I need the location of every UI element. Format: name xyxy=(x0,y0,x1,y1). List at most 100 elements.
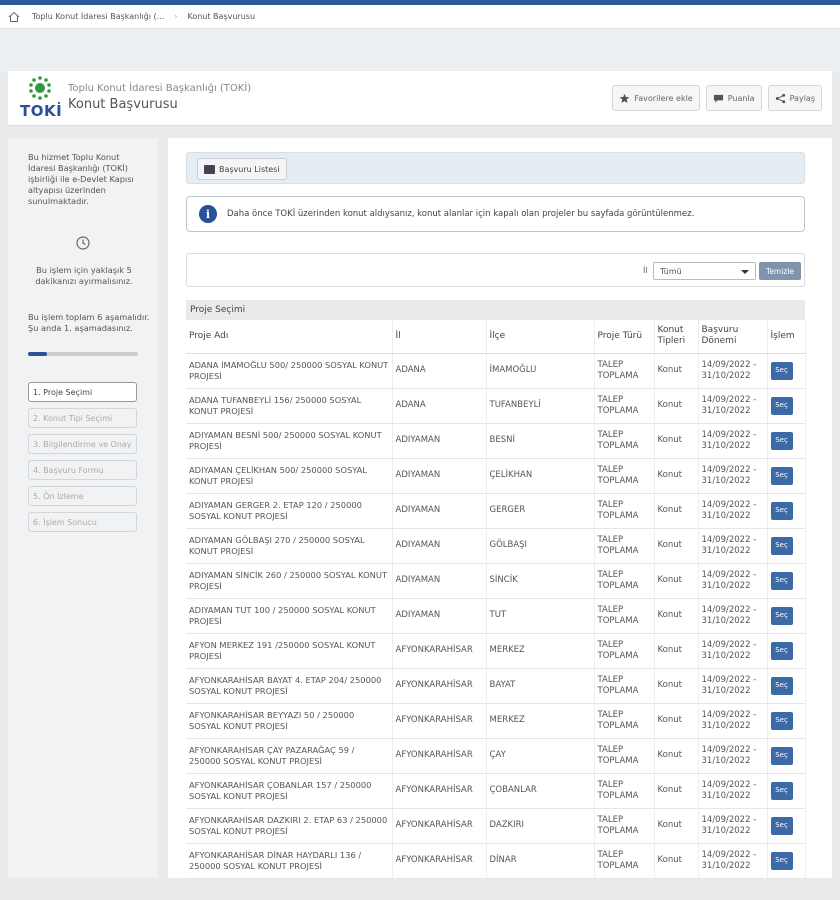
breadcrumb-org-link[interactable]: Toplu Konut İdaresi Başkanlığı (... xyxy=(32,12,164,21)
table-row: AFYON MERKEZ 191 /250000 SOSYAL KONUT PR… xyxy=(186,633,806,669)
select-project-button[interactable]: Seç xyxy=(770,361,793,380)
province-cell: AFYONKARAHİSAR xyxy=(392,843,487,879)
housing-type-cell: Konut xyxy=(654,703,699,739)
province-cell: AFYONKARAHİSAR xyxy=(392,773,487,809)
select-project-button[interactable]: Seç xyxy=(770,746,793,765)
housing-type-cell: Konut xyxy=(654,843,699,879)
page-header: TOKİ Toplu Konut İdaresi Başkanlığı (TOK… xyxy=(8,71,832,126)
province-select-value: Tümü xyxy=(660,266,682,276)
clear-filter-button[interactable]: Temizle xyxy=(759,262,801,280)
select-project-button[interactable]: Seç xyxy=(770,711,793,730)
district-cell: BESNİ xyxy=(486,423,595,459)
housing-type-cell: Konut xyxy=(654,668,699,704)
table-row: ADIYAMAN ÇELİKHAN 500/ 250000 SOSYAL KON… xyxy=(186,458,806,494)
column-header-project-name: Proje Adı xyxy=(186,320,393,354)
action-cell: Seç xyxy=(767,773,806,809)
housing-type-cell: Konut xyxy=(654,598,699,634)
table-row: AFYONKARAHİSAR BEYYAZI 50 / 250000 SOSYA… xyxy=(186,703,806,739)
info-icon: i xyxy=(199,205,217,223)
tab-application-list[interactable]: Başvuru Listesi xyxy=(197,158,287,180)
action-cell: Seç xyxy=(767,423,806,459)
breadcrumb-current-page: Konut Başvurusu xyxy=(187,12,256,21)
province-cell: AFYONKARAHİSAR xyxy=(392,668,487,704)
application-period-cell: 14/09/2022 - 31/10/2022 xyxy=(698,388,768,424)
application-period-cell: 14/09/2022 - 31/10/2022 xyxy=(698,458,768,494)
project-name-cell: ADIYAMAN SİNCİK 260 / 250000 SOSYAL KONU… xyxy=(186,563,393,599)
project-type-cell: TALEP TOPLAMA xyxy=(594,738,655,774)
share-button[interactable]: Paylaş xyxy=(767,85,822,111)
project-name-cell: AFYONKARAHİSAR ÇAY PAZARAĞAÇ 59 / 250000… xyxy=(186,738,393,774)
project-name-cell: ADIYAMAN ÇELİKHAN 500/ 250000 SOSYAL KON… xyxy=(186,458,393,494)
select-project-button[interactable]: Seç xyxy=(770,396,793,415)
select-project-button[interactable]: Seç xyxy=(770,466,793,485)
province-cell: AFYONKARAHİSAR xyxy=(392,808,487,844)
action-cell: Seç xyxy=(767,808,806,844)
home-icon[interactable] xyxy=(8,11,20,23)
select-project-button[interactable]: Seç xyxy=(770,851,793,870)
housing-type-cell: Konut xyxy=(654,458,699,494)
table-row: ADIYAMAN BESNİ 500/ 250000 SOSYAL KONUT … xyxy=(186,423,806,459)
project-name-cell: AFYONKARAHİSAR BEYYAZI 50 / 250000 SOSYA… xyxy=(186,703,393,739)
select-project-button[interactable]: Seç xyxy=(770,676,793,695)
housing-type-cell: Konut xyxy=(654,423,699,459)
application-period-cell: 14/09/2022 - 31/10/2022 xyxy=(698,633,768,669)
action-cell: Seç xyxy=(767,633,806,669)
step-4-application-form: 4. Başvuru Formu xyxy=(28,460,137,480)
province-cell: ADIYAMAN xyxy=(392,493,487,529)
project-type-cell: TALEP TOPLAMA xyxy=(594,493,655,529)
select-project-button[interactable]: Seç xyxy=(770,781,793,800)
step-progress-bar xyxy=(28,352,138,356)
application-period-cell: 14/09/2022 - 31/10/2022 xyxy=(698,773,768,809)
table-row: AFYONKARAHİSAR DİNAR HAYDARLI 136 / 2500… xyxy=(186,843,806,879)
select-project-button[interactable]: Seç xyxy=(770,536,793,555)
project-name-cell: ADIYAMAN GÖLBAŞI 270 / 250000 SOSYAL KON… xyxy=(186,528,393,564)
application-period-cell: 14/09/2022 - 31/10/2022 xyxy=(698,808,768,844)
project-type-cell: TALEP TOPLAMA xyxy=(594,843,655,879)
table-row: ADIYAMAN SİNCİK 260 / 250000 SOSYAL KONU… xyxy=(186,563,806,599)
application-period-cell: 14/09/2022 - 31/10/2022 xyxy=(698,843,768,879)
province-cell: ADIYAMAN xyxy=(392,528,487,564)
breadcrumb: Toplu Konut İdaresi Başkanlığı (... › Ko… xyxy=(0,5,840,29)
chat-bubble-icon xyxy=(713,94,723,103)
province-cell: ADIYAMAN xyxy=(392,563,487,599)
step-progress-fill xyxy=(28,352,47,356)
province-select[interactable]: Tümü xyxy=(653,262,756,280)
select-project-button[interactable]: Seç xyxy=(770,816,793,835)
district-cell: GERGER xyxy=(486,493,595,529)
action-cell: Seç xyxy=(767,353,806,389)
select-project-button[interactable]: Seç xyxy=(770,606,793,625)
action-cell: Seç xyxy=(767,703,806,739)
district-cell: DİNAR xyxy=(486,843,595,879)
star-icon xyxy=(620,93,630,103)
project-name-cell: ADANA TUFANBEYLİ 156/ 250000 SOSYAL KONU… xyxy=(186,388,393,424)
select-project-button[interactable]: Seç xyxy=(770,571,793,590)
project-name-cell: AFYON MERKEZ 191 /250000 SOSYAL KONUT PR… xyxy=(186,633,393,669)
district-cell: ÇELİKHAN xyxy=(486,458,595,494)
action-cell: Seç xyxy=(767,563,806,599)
action-cell: Seç xyxy=(767,528,806,564)
application-period-cell: 14/09/2022 - 31/10/2022 xyxy=(698,598,768,634)
project-name-cell: ADIYAMAN GERGER 2. ETAP 120 / 250000 SOS… xyxy=(186,493,393,529)
table-row: AFYONKARAHİSAR ÇAY PAZARAĞAÇ 59 / 250000… xyxy=(186,738,806,774)
province-cell: ADIYAMAN xyxy=(392,598,487,634)
rate-button[interactable]: Puanla xyxy=(705,85,762,111)
district-cell: İMAMOĞLU xyxy=(486,353,595,389)
tab-application-list-label: Başvuru Listesi xyxy=(219,164,280,174)
project-name-cell: AFYONKARAHİSAR DAZKIRI 2. ETAP 63 / 2500… xyxy=(186,808,393,844)
district-cell: SİNCİK xyxy=(486,563,595,599)
district-cell: TUT xyxy=(486,598,595,634)
province-cell: AFYONKARAHİSAR xyxy=(392,703,487,739)
favorite-button[interactable]: Favorilere ekle xyxy=(612,85,700,111)
select-project-button[interactable]: Seç xyxy=(770,431,793,450)
project-type-cell: TALEP TOPLAMA xyxy=(594,773,655,809)
table-row: AFYONKARAHİSAR BAYAT 4. ETAP 204/ 250000… xyxy=(186,668,806,704)
project-table-container: Proje Seçimi Proje Adı İl İlçe Proje Tür… xyxy=(186,300,806,879)
column-header-application-period: Başvuru Dönemi xyxy=(698,320,768,354)
step-1-project-selection[interactable]: 1. Proje Seçimi xyxy=(28,382,137,402)
info-alert: i Daha önce TOKİ üzerinden konut aldıysa… xyxy=(186,196,805,232)
project-name-cell: AFYONKARAHİSAR DİNAR HAYDARLI 136 / 2500… xyxy=(186,843,393,879)
select-project-button[interactable]: Seç xyxy=(770,641,793,660)
column-header-project-type: Proje Türü xyxy=(594,320,655,354)
select-project-button[interactable]: Seç xyxy=(770,501,793,520)
project-type-cell: TALEP TOPLAMA xyxy=(594,353,655,389)
